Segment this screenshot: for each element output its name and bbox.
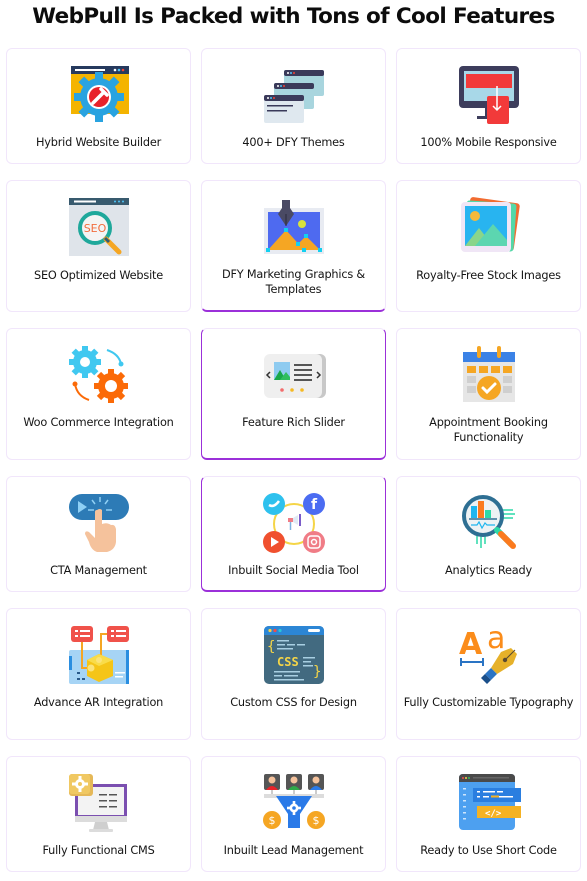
feature-label: Inbuilt Social Media Tool [228,564,359,577]
stock-images-icon [457,196,521,258]
feature-card-lead-management: $ $ Inbuilt Lead Management [201,756,386,872]
feature-label: Advance AR Integration [33,696,164,709]
feature-label: Custom CSS for Design [230,696,357,709]
svg-text:SEO: SEO [83,222,106,235]
feature-card-cms: Fully Functional CMS [6,756,191,872]
feature-label: Royalty-Free Stock Images [416,269,561,282]
click-button-hand-icon [67,492,131,554]
feature-label: Inbuilt Lead Management [223,844,364,857]
shortcode-window-icon: </> [457,772,521,834]
svg-text:a: a [487,624,505,656]
seo-magnifier-icon: SEO [67,196,131,258]
analytics-magnifier-icon [457,492,521,554]
feature-label: Analytics Ready [445,564,532,577]
feature-label: 100% Mobile Responsive [420,136,557,149]
feature-card-ar-integration: Advance AR Integration [6,608,191,740]
feature-label: Woo Commerce Integration [23,416,174,429]
feature-label: DFY Marketing Graphics & Templates [221,268,366,296]
feature-label: Hybrid Website Builder [35,136,162,149]
stacked-browser-windows-icon [262,64,326,126]
lead-funnel-icon: $ $ [262,772,326,834]
feature-card-short-code: </> Ready to Use Short Code [396,756,581,872]
svg-text:{: { [267,639,275,655]
feature-label: 400+ DFY Themes [242,136,345,149]
css-code-window-icon: {CSS} [262,624,326,686]
feature-card-dfy-themes: 400+ DFY Themes [201,48,386,164]
svg-text:A: A [459,627,483,662]
feature-label: Fully Customizable Typography [403,696,574,709]
feature-label: Feature Rich Slider [242,416,345,429]
feature-label: Appointment Booking Functionality [429,416,548,444]
website-builder-gear-wrench-icon [67,64,131,126]
typography-pen-icon: Aa [457,624,521,686]
svg-text:$: $ [268,814,275,827]
feature-card-custom-css: {CSS} Custom CSS for Design [201,608,386,740]
feature-card-hybrid-website-builder: Hybrid Website Builder [6,48,191,164]
slider-icon [262,344,326,406]
feature-card-feature-slider: Feature Rich Slider [201,328,386,460]
feature-label: Fully Functional CMS [42,844,155,857]
feature-card-stock-images: Royalty-Free Stock Images [396,180,581,312]
feature-label: CTA Management [50,564,147,577]
ar-cube-icon [67,624,131,686]
cms-monitor-gear-icon [67,772,131,834]
page-title: WebPull Is Packed with Tons of Cool Feat… [32,4,555,29]
feature-label: Ready to Use Short Code [420,844,557,857]
svg-text:</>: </> [485,809,502,819]
feature-card-woo-commerce: Woo Commerce Integration [6,328,191,460]
svg-text:f: f [310,497,317,513]
feature-card-mobile-responsive: 100% Mobile Responsive [396,48,581,164]
social-media-icon: f [262,492,326,554]
feature-card-cta-management: CTA Management [6,476,191,592]
feature-card-seo-optimized: SEO SEO Optimized Website [6,180,191,312]
svg-text:}: } [313,664,321,680]
feature-card-typography: Aa Fully Customizable Typography [396,608,581,740]
gears-integration-icon [67,344,131,406]
pen-tool-graphic-icon [262,196,326,258]
feature-label: SEO Optimized Website [33,269,164,282]
feature-card-marketing-graphics: DFY Marketing Graphics & Templates [201,180,386,312]
calendar-check-icon [457,344,521,406]
svg-text:$: $ [312,814,319,827]
monitor-mobile-icon [457,64,521,126]
svg-text:CSS: CSS [277,655,299,669]
feature-card-appointment-booking: Appointment Booking Functionality [396,328,581,460]
feature-card-social-media-tool: f Inbuilt Social Media Tool [201,476,386,592]
feature-card-analytics-ready: Analytics Ready [396,476,581,592]
